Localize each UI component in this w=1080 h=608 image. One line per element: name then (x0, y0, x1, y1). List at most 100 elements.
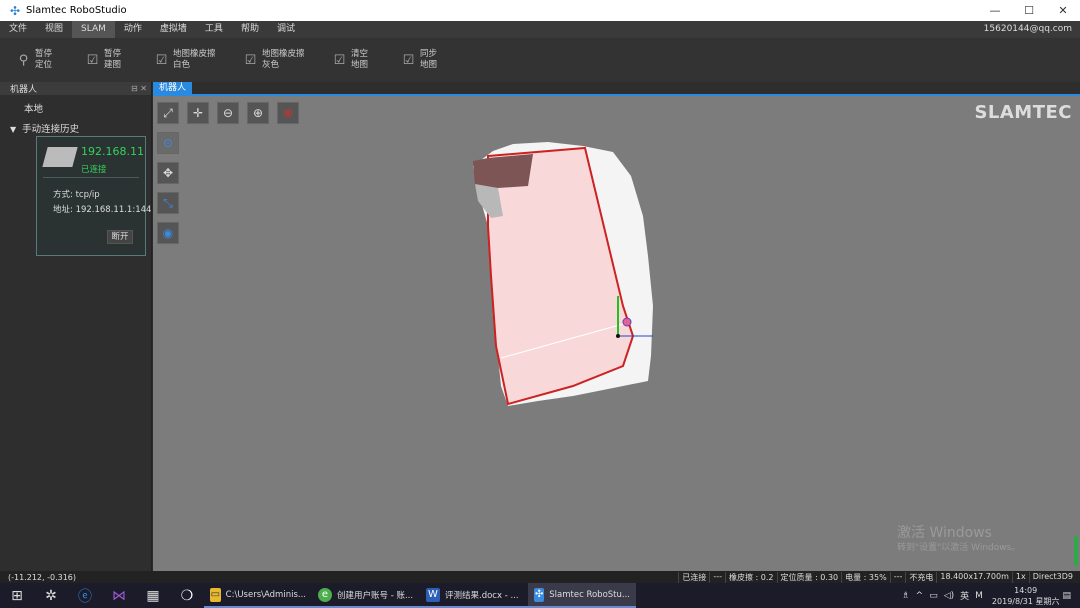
clock-time: 14:09 (1014, 585, 1038, 595)
toolbar-label: 建图 (104, 60, 122, 70)
menu-slam[interactable]: SLAM (72, 21, 115, 38)
pause-mapping-button[interactable]: ☑ 暂停 建图 (85, 49, 132, 71)
taskbar-app-label: Slamtec RoboStu... (549, 589, 630, 600)
menu-debug[interactable]: 调试 (268, 21, 304, 38)
volume-icon[interactable]: ◁) (944, 591, 954, 601)
clock[interactable]: 14:09 2019/8/31 星期六 (992, 585, 1060, 607)
clear-map-icon: ☑ (333, 52, 346, 68)
ie-button[interactable]: ⓔ (68, 583, 102, 608)
taskbar-app-word[interactable]: W 评测结果.docx - ... (420, 583, 528, 608)
robostudio-icon: ✣ (534, 587, 545, 602)
sync-map-icon: ☑ (402, 52, 415, 68)
disconnect-button[interactable]: 断开 (107, 230, 133, 244)
notifications-icon[interactable]: ▤ (1062, 591, 1071, 601)
close-button[interactable]: ✕ (1046, 0, 1080, 21)
status-zoom: 1x (1011, 571, 1029, 583)
menu-tools[interactable]: 工具 (196, 21, 232, 38)
sync-map-button[interactable]: ☑ 同步 地图 (401, 49, 448, 71)
account-label[interactable]: 15620144@qq.com (984, 21, 1072, 38)
robot-status: 已连接 (81, 165, 107, 175)
maximize-button[interactable]: ☐ (1012, 0, 1046, 21)
taskbar-app-robostudio[interactable]: ✣ Slamtec RoboStu... (528, 583, 636, 608)
tab-robot[interactable]: 机器人 (153, 82, 193, 94)
eraser-gray-button[interactable]: ☑ 地图橡皮擦 灰色 (243, 49, 310, 71)
menu-virtual-wall[interactable]: 虚拟墙 (151, 21, 196, 38)
status-map-size: 18.400x17.700m (936, 571, 1012, 583)
scroll-indicator[interactable] (1074, 536, 1078, 566)
route-button[interactable]: ⤡ (157, 192, 179, 214)
menu-file[interactable]: 文件 (0, 21, 36, 38)
fan-app-button[interactable]: ✲ (34, 583, 68, 608)
search-map-button[interactable]: ⊙ (157, 132, 179, 154)
internet-explorer-icon: ⓔ (78, 588, 92, 605)
toolbar-label: 暂停 (35, 49, 53, 59)
zoom-out-button[interactable]: ⊖ (217, 102, 239, 124)
wechat-button[interactable]: ❍ (170, 583, 204, 608)
toolbar-label: 地图 (351, 60, 369, 70)
wechat-icon: ❍ (180, 587, 194, 604)
stop-button[interactable]: ⊗ (277, 102, 299, 124)
eraser-gray-icon: ☑ (244, 52, 257, 68)
window-controls: — ☐ ✕ (978, 0, 1080, 21)
menu-help[interactable]: 帮助 (232, 21, 268, 38)
fullscreen-button[interactable]: ⤢ (157, 102, 179, 124)
network-icon[interactable]: ▭ (929, 591, 938, 601)
tree-item-history[interactable]: ▼ 手动连接历史 (10, 121, 151, 135)
status-bar: (-11.212, -0.316) 已连接 --- 橡皮擦 : 0.2 定位质量… (0, 571, 1080, 583)
calculator-button[interactable]: ▦ (136, 583, 170, 608)
pause-localization-button[interactable]: ⚲ 暂停 定位 (16, 49, 63, 71)
crosshair-icon: ✛ (192, 106, 204, 120)
word-icon: W (426, 587, 440, 602)
eraser-white-button[interactable]: ☑ 地图橡皮擦 白色 (154, 49, 221, 71)
robot-card[interactable]: 192.168.11.1 已连接 方式: tcp/ip 地址: 192.168.… (36, 136, 151, 256)
center-button[interactable]: ✛ (187, 102, 209, 124)
eye-icon: ◉ (162, 226, 174, 240)
taskbar-app-explorer[interactable]: ▭ C:\Users\Adminis... (204, 583, 312, 608)
status-field: --- (889, 571, 906, 583)
close-panel-icon[interactable]: ✕ (140, 84, 147, 93)
zoom-in-button[interactable]: ⊕ (247, 102, 269, 124)
menu-action[interactable]: 动作 (115, 21, 151, 38)
menu-view[interactable]: 视图 (36, 21, 72, 38)
window-title: Slamtec RoboStudio (26, 5, 127, 16)
pin-icon: ⚲ (18, 52, 29, 68)
pin-panel-icon[interactable]: ⊟ (131, 84, 138, 93)
slam-toolbar: ⚲ 暂停 定位 ☑ 暂停 建图 ☑ 地图橡皮擦 白色 ☑ 地图橡皮擦 灰色 ☑ 清空 地图… (0, 38, 1080, 82)
zoom-in-icon: ⊕ (252, 106, 264, 120)
toolbar-label: 暂停 (104, 49, 122, 59)
windows-taskbar: ⊞ ✲ ⓔ ⋈ ▦ ❍ ▭ C:\Users\Adminis... e 创建用户… (0, 583, 1080, 608)
cursor-coordinates: (-11.212, -0.316) (8, 572, 76, 582)
view-button[interactable]: ◉ (157, 222, 179, 244)
history-label: 手动连接历史 (22, 124, 80, 135)
taskbar-app-browser[interactable]: e 创建用户账号 - 账... (312, 583, 420, 608)
map-view[interactable]: ⤢ ✛ ⊖ ⊕ ⊗ ⊙ ✥ ⤡ ◉ SLAMTEC 激活 Windows 转到"… (153, 96, 1080, 571)
app-logo-icon: ✣ (9, 3, 21, 18)
fan-icon: ✲ (45, 587, 57, 604)
ime-indicator[interactable]: 英 (960, 589, 969, 602)
start-button[interactable]: ⊞ (0, 583, 34, 608)
input-method-icon[interactable]: M (975, 591, 983, 601)
status-eraser: 橡皮擦 : 0.2 (725, 571, 777, 583)
pan-button[interactable]: ✥ (157, 162, 179, 184)
route-icon: ⤡ (163, 196, 173, 210)
clear-map-button[interactable]: ☑ 清空 地图 (332, 49, 379, 71)
robot-position-marker[interactable] (622, 317, 632, 327)
panel-title: 机器人 (10, 85, 38, 95)
robot-image (42, 147, 78, 167)
calculator-icon: ▦ (146, 587, 160, 604)
robot-origin-dot (616, 334, 620, 338)
dark-region (473, 154, 533, 188)
robot-ip: 192.168.11.1 (81, 145, 143, 158)
minimize-button[interactable]: — (978, 0, 1012, 21)
toolbar-label: 同步 (420, 49, 438, 59)
expand-arrow-icon[interactable]: ▼ (10, 125, 16, 134)
eraser-white-icon: ☑ (155, 52, 168, 68)
tree-item-local[interactable]: 本地 (24, 101, 151, 115)
people-icon[interactable]: ♗ (902, 591, 910, 601)
map-canvas[interactable] (153, 96, 1080, 571)
show-hidden-icons[interactable]: ^ (916, 591, 924, 601)
browser-icon: e (318, 587, 332, 602)
move-icon: ✥ (162, 166, 174, 180)
activation-watermark-subtitle: 转到"设置"以激活 Windows。 (897, 543, 1021, 553)
visual-studio-button[interactable]: ⋈ (102, 583, 136, 608)
